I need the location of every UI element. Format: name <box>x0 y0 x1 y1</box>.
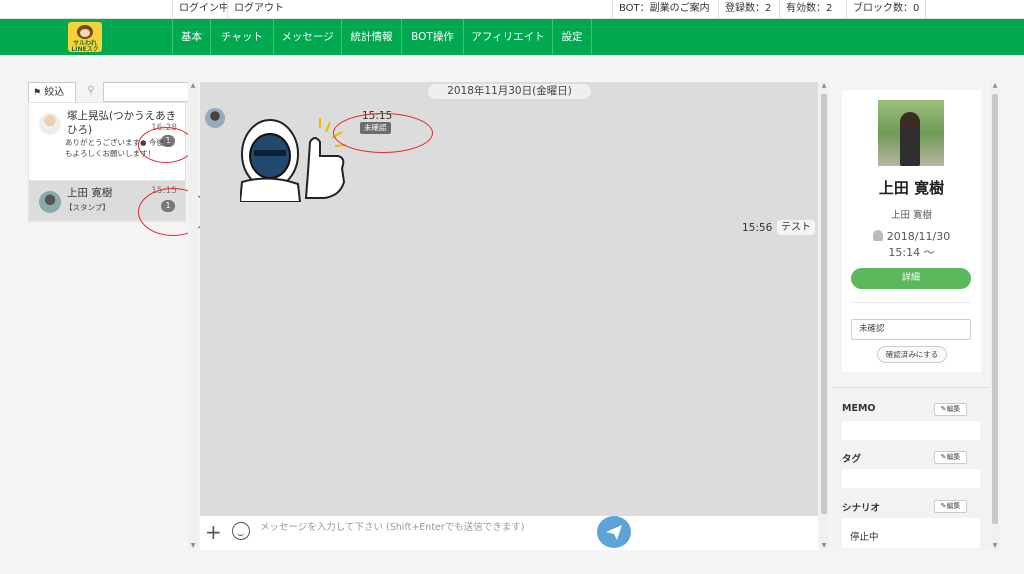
avatar <box>39 191 61 213</box>
profile-name: 上田 寛樹 <box>878 179 945 197</box>
nav-basic[interactable]: 基本 <box>172 19 210 55</box>
scroll-up-icon[interactable]: ▲ <box>991 82 999 89</box>
search-icon[interactable]: ⚲ <box>84 84 98 98</box>
profile-scrollbar[interactable]: ▲ ▼ <box>990 82 1000 549</box>
memo-title: MEMO <box>842 403 876 414</box>
avatar <box>39 113 61 135</box>
scroll-up-icon[interactable]: ▲ <box>189 82 197 89</box>
scenario-edit-button[interactable]: ✎編集 <box>934 500 967 513</box>
emoji-icon[interactable] <box>232 522 250 540</box>
tag-edit-button[interactable]: ✎編集 <box>934 451 967 464</box>
memo-box[interactable] <box>842 421 980 440</box>
nav-bot-operation[interactable]: BOT操作 <box>401 19 463 55</box>
divider <box>852 302 971 303</box>
profile-date: 2018/11/30 <box>886 230 951 243</box>
friend-list-panel: ⚑ 絞込 ⚲ 塚上晃弘(つかうえあきひろ) 16:28 1 ありがとうございます… <box>28 82 208 522</box>
filter-tab[interactable]: ⚑ 絞込 <box>28 82 76 102</box>
chat-scrollbar[interactable]: ▲ ▼ <box>819 82 829 549</box>
nav-message[interactable]: メッセージ <box>273 19 341 55</box>
tag-icon: ⚑ <box>33 88 42 98</box>
scenario-status: 停止中 <box>850 532 879 543</box>
valid-count: 有効数：2 <box>779 0 838 19</box>
profile-sections: MEMO ✎編集 タグ ✎編集 シナリオ ✎編集 停止中 <box>832 387 992 550</box>
main-nav: サルわれ LINEスクール 基本 チャット メッセージ 統計情報 BOT操作 ア… <box>0 19 1024 59</box>
scenario-title: シナリオ <box>842 503 881 514</box>
nav-affiliate[interactable]: アフィリエイト <box>463 19 552 55</box>
profile-registered: 2018/11/30 15:14 ～ <box>842 229 981 261</box>
user-icon <box>872 230 883 241</box>
nav-statistics[interactable]: 統計情報 <box>341 19 401 55</box>
avatar <box>205 108 225 128</box>
nav-settings[interactable]: 設定 <box>552 19 592 55</box>
scroll-thumb[interactable] <box>821 94 827 514</box>
filter-label: 絞込 <box>44 87 65 98</box>
logout-link[interactable]: ログアウト <box>227 0 290 19</box>
status-select[interactable]: 未確認 <box>851 319 971 340</box>
mark-confirmed-button[interactable]: 確認済みにする <box>877 346 947 363</box>
outgoing-message: テスト <box>777 220 815 235</box>
message-composer: + メッセージを入力して下さい (Shift+Enterでも送信できます) <box>200 516 818 550</box>
chat-area: 2018年11月30日(金曜日) 15:15 未確認 15:56 テスト <box>200 82 818 519</box>
profile-subname: 上田 寛樹 <box>890 210 933 221</box>
date-separator: 2018年11月30日(金曜日) <box>428 84 591 99</box>
tag-title: タグ <box>842 454 862 465</box>
sticker-image <box>240 118 347 202</box>
scroll-down-icon[interactable]: ▼ <box>189 542 197 549</box>
search-input[interactable] <box>103 82 198 102</box>
scroll-up-icon[interactable]: ▲ <box>820 82 828 89</box>
bot-name: BOT：副業のご案内 <box>612 0 716 19</box>
message-time: 15:56 <box>742 222 773 234</box>
scroll-down-icon[interactable]: ▼ <box>991 542 999 549</box>
plus-icon[interactable]: + <box>205 520 222 544</box>
scroll-down-icon[interactable]: ▼ <box>820 542 828 549</box>
login-status: ログイン中 <box>172 0 235 19</box>
friend-list-scrollbar[interactable]: ▲ ▼ <box>188 82 198 549</box>
detail-button[interactable]: 詳細 <box>851 268 971 289</box>
scroll-thumb[interactable] <box>992 94 998 524</box>
message-input[interactable]: メッセージを入力して下さい (Shift+Enterでも送信できます) <box>260 519 525 533</box>
monkey-logo-icon <box>77 25 93 39</box>
send-icon <box>606 525 622 540</box>
profile-photo <box>878 100 944 166</box>
top-bar: ログイン中 ログアウト BOT：副業のご案内 登録数：2 有効数：2 ブロック数… <box>0 0 1024 19</box>
main-area: ⚑ 絞込 ⚲ 塚上晃弘(つかうえあきひろ) 16:28 1 ありがとうございます… <box>0 55 1024 574</box>
profile-time: 15:14 ～ <box>888 246 935 259</box>
profile-panel: 上田 寛樹 上田 寛樹 2018/11/30 15:14 ～ 詳細 未確認 確認… <box>842 90 981 372</box>
annotation-circle <box>333 113 433 153</box>
blocked-count: ブロック数：0 <box>846 0 927 19</box>
memo-edit-button[interactable]: ✎編集 <box>934 403 967 416</box>
nav-chat[interactable]: チャット <box>210 19 273 55</box>
registered-count: 登録数：2 <box>718 0 777 19</box>
tag-box[interactable] <box>842 469 980 488</box>
annotation-circle <box>138 127 194 163</box>
brand-logo[interactable]: サルわれ LINEスクール <box>68 22 102 59</box>
send-button[interactable] <box>597 516 631 548</box>
